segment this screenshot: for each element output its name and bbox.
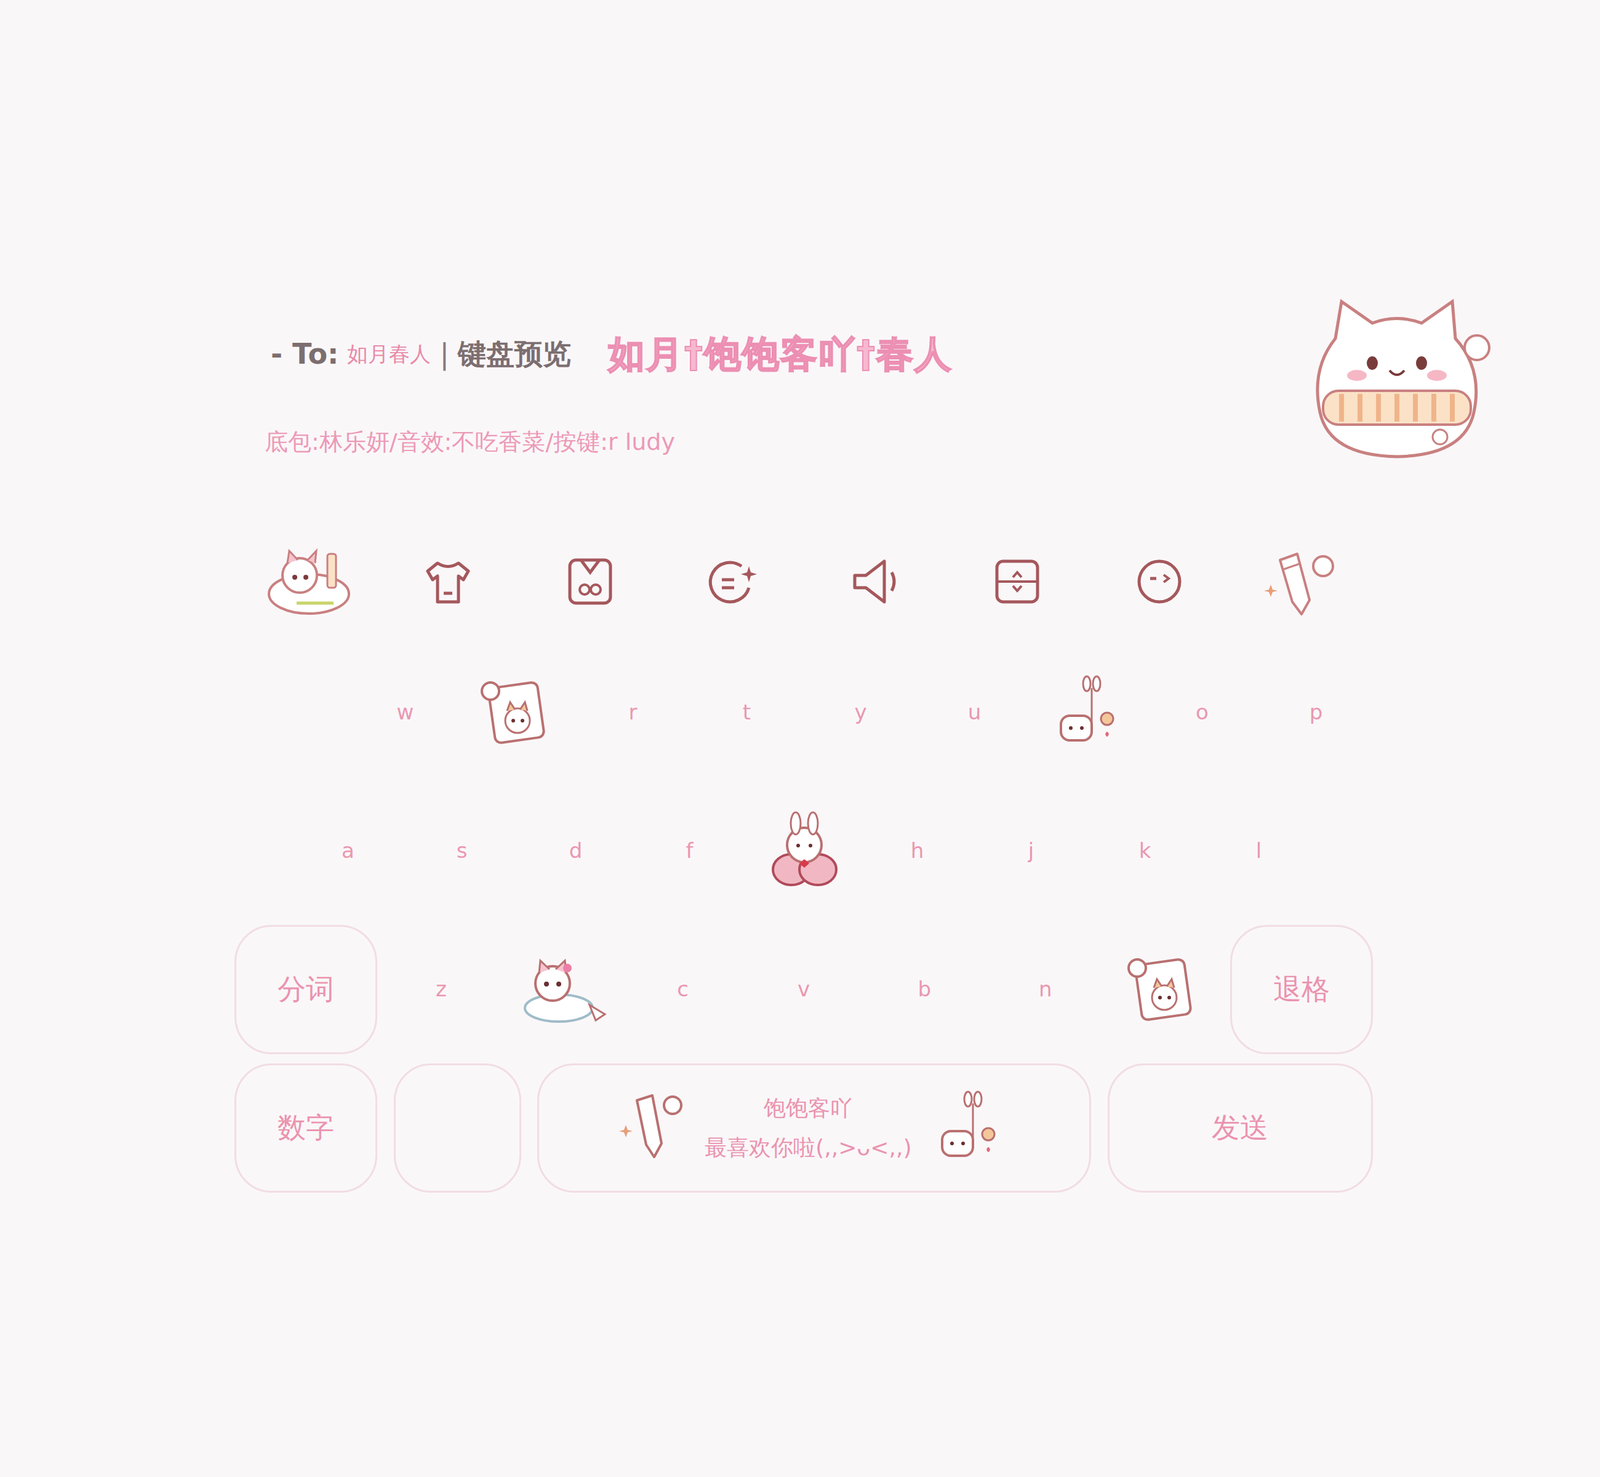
sticker-key[interactable] (1031, 654, 1146, 772)
letter-key[interactable]: t (689, 654, 804, 772)
key-rows: w r t y u o p a s d f h j k l 分词 z c v b n 退格数字 饱饱客吖最喜欢你啦(,,>ᴗ… (234, 643, 1373, 1197)
note-cat-icon (479, 672, 560, 753)
key-label: s (456, 835, 468, 867)
emoji-icon[interactable] (1131, 553, 1188, 610)
key-label: t (742, 696, 751, 728)
prefix: - To: (270, 332, 339, 376)
function-key[interactable]: 数字 (234, 1063, 378, 1193)
sticker-key[interactable] (505, 931, 620, 1048)
space-subtitle: 最喜欢你啦(,,>ᴗ<,,) (704, 1131, 912, 1165)
key-row: 数字 饱饱客吖最喜欢你啦(,,>ᴗ<,,) 发送 (234, 1058, 1373, 1197)
space-key[interactable]: 饱饱客吖最喜欢你啦(,,>ᴗ<,,) (537, 1063, 1092, 1193)
separator: | (439, 332, 450, 376)
letter-key[interactable]: p (1259, 654, 1373, 772)
letter-key[interactable]: b (867, 931, 982, 1048)
letter-key[interactable]: n (988, 931, 1103, 1048)
key-label: y (854, 696, 867, 728)
key-label: b (918, 973, 932, 1005)
speaker-icon[interactable] (847, 553, 903, 610)
letter-key[interactable]: u (917, 654, 1032, 772)
letter-key[interactable]: h (860, 792, 975, 910)
function-key[interactable]: 发送 (1107, 1063, 1373, 1193)
sticker-key[interactable] (746, 792, 861, 910)
bunny-charm-icon (1048, 672, 1129, 753)
key-label: f (686, 835, 694, 867)
letter-key[interactable]: l (1201, 792, 1316, 910)
key-label: 发送 (1211, 1106, 1269, 1149)
letter-key[interactable]: o (1145, 654, 1260, 772)
clipboard-icon[interactable] (562, 553, 618, 610)
header-text: - To: 如月春人 | 键盘预览 如月†饱饱客吖†春人 底包:林乐妍/音效:不… (270, 289, 953, 460)
cat-pillow-icon[interactable] (259, 541, 352, 622)
key-row: 分词 z c v b n 退格 (234, 920, 1373, 1059)
cat-scarf-icon (515, 949, 608, 1030)
letter-key[interactable]: d (518, 792, 633, 910)
key-label: d (569, 835, 583, 867)
pencil-icon[interactable] (1261, 541, 1342, 622)
mascot-icon (1298, 289, 1496, 474)
key-row: asdfhjkl (234, 781, 1373, 920)
key-label: u (968, 696, 982, 728)
preview-heading: - To: 如月春人 | 键盘预览 (270, 332, 572, 376)
key-label: 分词 (277, 968, 335, 1011)
letter-key[interactable]: c (625, 931, 740, 1048)
letter-key[interactable]: a (291, 792, 405, 910)
sticker-key[interactable] (1109, 931, 1224, 1048)
blank-key[interactable] (234, 654, 349, 772)
space-text: 饱饱客吖最喜欢你啦(,,>ᴗ<,,) (704, 1091, 912, 1165)
function-key[interactable]: 分词 (234, 924, 378, 1055)
letter-key[interactable]: w (348, 654, 463, 772)
letter-key[interactable]: j (974, 792, 1088, 910)
pencil-icon (618, 1088, 687, 1168)
preview-label: 键盘预览 (457, 332, 572, 376)
theme-title: 如月†饱饱客吖†春人 (608, 326, 953, 382)
function-key[interactable]: 退格 (1230, 924, 1373, 1055)
key-label: l (1256, 835, 1262, 867)
recipient: 如月春人 (347, 338, 431, 370)
key-label: a (341, 835, 355, 867)
page: - To: 如月春人 | 键盘预览 如月†饱饱客吖†春人 底包:林乐妍/音效:不… (0, 0, 1600, 1477)
letter-key[interactable]: z (384, 931, 498, 1048)
header-line: - To: 如月春人 | 键盘预览 如月†饱饱客吖†春人 (270, 326, 953, 382)
letter-key[interactable]: v (747, 931, 861, 1048)
key-label: 数字 (277, 1106, 335, 1149)
letter-key[interactable]: s (404, 792, 519, 910)
key-row: wrtyuop (234, 643, 1373, 782)
key-label: 退格 (1273, 968, 1330, 1011)
header: - To: 如月春人 | 键盘预览 如月†饱饱客吖†春人 底包:林乐妍/音效:不… (270, 289, 1496, 474)
key-label: j (1028, 835, 1034, 867)
letter-key[interactable]: y (803, 654, 918, 772)
note-cat-icon (1126, 949, 1207, 1030)
key-label: k (1139, 835, 1152, 867)
letter-key[interactable]: f (632, 792, 747, 910)
space-title: 饱饱客吖 (763, 1091, 853, 1125)
key-label: z (435, 973, 447, 1005)
keyboard: w r t y u o p a s d f h j k l 分词 z c v b n 退格数字 饱饱客吖最喜欢你啦(,,>ᴗ… (234, 541, 1373, 1197)
key-label: o (1195, 696, 1209, 728)
bunny-charm-icon (929, 1088, 1010, 1168)
key-label: w (396, 696, 415, 728)
toolbar (234, 541, 1373, 622)
bunny-bow-icon (763, 811, 844, 892)
key-label: p (1309, 696, 1324, 728)
shirt-icon[interactable] (420, 553, 476, 610)
letter-key[interactable]: r (576, 654, 690, 772)
chat-sparkle-icon[interactable] (704, 553, 760, 610)
key-label: r (628, 696, 638, 728)
resize-icon[interactable] (989, 553, 1045, 610)
key-label: c (676, 973, 689, 1005)
key-label: n (1038, 973, 1053, 1005)
function-key[interactable] (393, 1063, 522, 1193)
credits: 底包:林乐妍/音效:不吃香菜/按键:r ludy (264, 424, 953, 460)
key-label: h (910, 835, 925, 867)
letter-key[interactable]: k (1088, 792, 1202, 910)
sticker-key[interactable] (462, 654, 576, 772)
key-label: v (797, 973, 810, 1005)
